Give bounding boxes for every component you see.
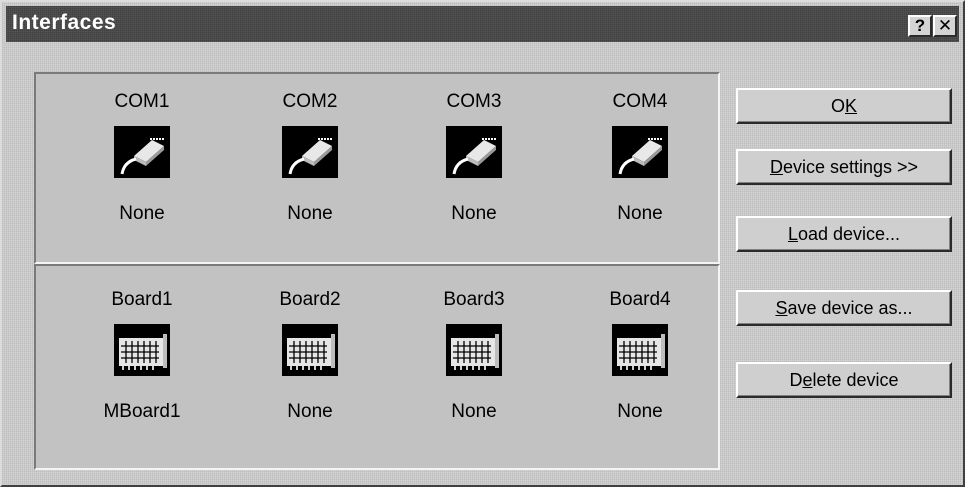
serial-cable-icon[interactable] bbox=[114, 126, 170, 178]
board-slot-1[interactable]: Board1 MBoard1 bbox=[72, 288, 212, 424]
board-status: None bbox=[287, 401, 333, 422]
delete-device-button[interactable]: Delete device bbox=[736, 362, 952, 398]
delete-device-accelerator: e bbox=[802, 370, 813, 390]
load-device-accelerator: L bbox=[787, 224, 798, 244]
help-button[interactable]: ? bbox=[908, 15, 932, 37]
save-device-as-button[interactable]: Save device as... bbox=[736, 290, 952, 326]
board-status: MBoard1 bbox=[103, 401, 181, 422]
device-settings-button[interactable]: Device settings >> bbox=[736, 149, 952, 185]
com-port-name: COM4 bbox=[612, 91, 668, 112]
save-device-as-accelerator: S bbox=[775, 298, 788, 318]
interface-card-icon[interactable] bbox=[114, 324, 170, 376]
board-slot-2[interactable]: Board2 None bbox=[240, 288, 380, 424]
com-port-name: COM1 bbox=[114, 91, 170, 112]
save-device-as-label-after: ave device as... bbox=[787, 298, 913, 318]
device-settings-accelerator: D bbox=[769, 157, 783, 177]
board-name: Board3 bbox=[443, 289, 505, 310]
com-port-status: None bbox=[287, 203, 333, 224]
com-slot-1[interactable]: COM1 None bbox=[72, 90, 212, 226]
interfaces-dialog: Interfaces ? ✕ COM1 None COM2 None COM3 … bbox=[0, 0, 965, 487]
boards-panel: Board1 MBoard1 Board2 None Board3 None B… bbox=[34, 264, 720, 470]
serial-cable-icon[interactable] bbox=[612, 126, 668, 178]
delete-device-label-after: lete device bbox=[812, 370, 899, 390]
device-settings-label-after: evice settings >> bbox=[782, 157, 919, 177]
com-port-name: COM2 bbox=[282, 91, 338, 112]
interface-card-icon[interactable] bbox=[282, 324, 338, 376]
interface-card-icon[interactable] bbox=[446, 324, 502, 376]
board-name: Board1 bbox=[111, 289, 173, 310]
com-slot-2[interactable]: COM2 None bbox=[240, 90, 380, 226]
com-port-name: COM3 bbox=[446, 91, 502, 112]
load-device-label-after: oad device... bbox=[797, 224, 901, 244]
board-status: None bbox=[451, 401, 497, 422]
close-button[interactable]: ✕ bbox=[933, 15, 957, 37]
ok-accelerator: K bbox=[845, 96, 858, 116]
window-title: Interfaces bbox=[12, 11, 117, 34]
serial-cable-icon[interactable] bbox=[446, 126, 502, 178]
delete-device-label-before: D bbox=[789, 370, 803, 390]
load-device-button[interactable]: Load device... bbox=[736, 216, 952, 252]
com-ports-panel: COM1 None COM2 None COM3 None COM4 None bbox=[34, 72, 720, 264]
board-slot-4[interactable]: Board4 None bbox=[570, 288, 710, 424]
board-name: Board4 bbox=[609, 289, 671, 310]
com-port-status: None bbox=[617, 203, 663, 224]
ok-label-before: O bbox=[830, 96, 845, 116]
com-port-status: None bbox=[119, 203, 165, 224]
board-status: None bbox=[617, 401, 663, 422]
serial-cable-icon[interactable] bbox=[282, 126, 338, 178]
com-port-status: None bbox=[451, 203, 497, 224]
interface-card-icon[interactable] bbox=[612, 324, 668, 376]
title-bar[interactable]: Interfaces ? ✕ bbox=[6, 6, 959, 42]
ok-button[interactable]: OK bbox=[736, 88, 952, 124]
com-slot-4[interactable]: COM4 None bbox=[570, 90, 710, 226]
board-slot-3[interactable]: Board3 None bbox=[404, 288, 544, 424]
com-slot-3[interactable]: COM3 None bbox=[404, 90, 544, 226]
board-name: Board2 bbox=[279, 289, 341, 310]
